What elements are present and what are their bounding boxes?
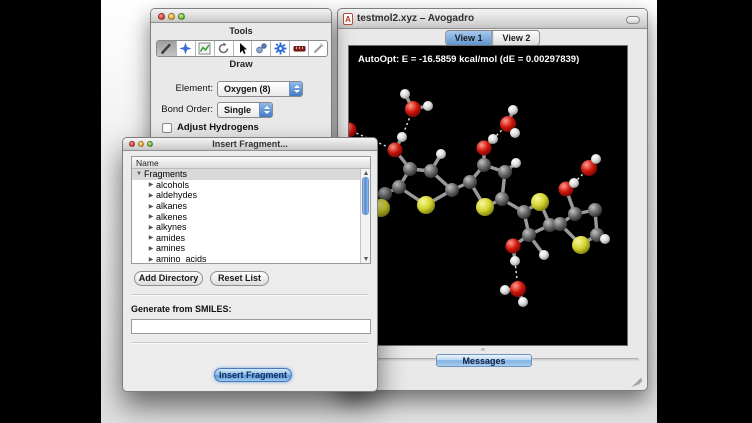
tree-item-label: aldehydes <box>156 190 197 200</box>
close-button[interactable] <box>158 13 165 20</box>
document-icon: A <box>343 13 353 25</box>
bond-order-dropdown[interactable]: Single <box>217 102 273 118</box>
stepper-icon <box>289 82 302 96</box>
tree-item-label: alkenes <box>156 212 187 222</box>
navigate-star-icon <box>179 42 192 55</box>
tree-item-label: alkynes <box>156 222 187 232</box>
scroll-up-icon[interactable] <box>364 171 368 175</box>
tab-view-1[interactable]: View 1 <box>446 31 493 45</box>
toolbar-lozenge-button[interactable] <box>626 16 640 24</box>
tab-view-2[interactable]: View 2 <box>493 31 540 45</box>
auto-optimize-tool-button[interactable] <box>270 41 289 56</box>
smiles-input[interactable] <box>131 319 371 334</box>
element-value: Oxygen (8) <box>224 82 271 96</box>
list-header[interactable]: Name <box>132 157 370 169</box>
tools-dock-header[interactable]: Tools □ × <box>151 24 331 39</box>
tools-dock-title: Tools <box>229 26 252 36</box>
disclosure-closed-icon[interactable]: ▶ <box>146 256 156 263</box>
list-scrollbar[interactable] <box>360 169 370 263</box>
scrollbar-thumb[interactable] <box>362 177 369 215</box>
disclosure-open-icon[interactable]: ▼ <box>134 171 144 177</box>
tree-item-label: alkanes <box>156 201 187 211</box>
fragment-tree-item[interactable]: ▶aldehydes <box>132 190 360 201</box>
tree-item-label: amines <box>156 243 185 253</box>
tree-root-label: Fragments <box>144 169 187 179</box>
bond-order-value: Single <box>224 103 251 117</box>
fragment-tree-root[interactable]: ▼ Fragments <box>132 169 360 180</box>
fragment-tree-item[interactable]: ▶alkanes <box>132 201 360 212</box>
fragment-tree-item[interactable]: ▶alcohols <box>132 180 360 191</box>
insert-fragment-dialog: Insert Fragment... Name ▼ Fragments ▶alc… <box>122 137 378 392</box>
main-window-titlebar[interactable]: A testmol2.xyz – Avogadro <box>338 9 647 29</box>
tree-item-label: alcohols <box>156 180 189 190</box>
avogadro-main-window: A testmol2.xyz – Avogadro View 1 View 2 … <box>337 8 648 391</box>
gl-viewport[interactable]: AutoOpt: E = -16.5859 kcal/mol (dE = 0.0… <box>348 45 628 346</box>
zoom-button[interactable] <box>178 13 185 20</box>
fragment-tree-item[interactable]: ▶amides <box>132 233 360 244</box>
auto-rotate-tool-button[interactable] <box>251 41 270 56</box>
add-directory-button[interactable]: Add Directory <box>134 271 203 286</box>
fragment-tree-item[interactable]: ▶alkynes <box>132 222 360 233</box>
ruler-icon <box>293 42 306 55</box>
linked-atoms-icon <box>255 42 268 55</box>
disclosure-closed-icon[interactable]: ▶ <box>146 234 156 241</box>
tools-window: Tools □ × <box>150 8 332 148</box>
navigate-tool-button[interactable] <box>176 41 195 56</box>
element-dropdown[interactable]: Oxygen (8) <box>217 81 303 97</box>
minimize-button[interactable] <box>168 13 175 20</box>
separator <box>131 294 369 296</box>
screen: A testmol2.xyz – Avogadro View 1 View 2 … <box>0 0 752 423</box>
disclosure-closed-icon[interactable]: ▶ <box>146 245 156 252</box>
autoopt-status-text: AutoOpt: E = -16.5859 kcal/mol (dE = 0.0… <box>358 54 579 65</box>
selection-tool-button[interactable] <box>233 41 252 56</box>
window-title: testmol2.xyz – Avogadro <box>357 9 474 29</box>
fragment-tree-item[interactable]: ▶amines <box>132 243 360 254</box>
tool-section-label: Draw <box>151 59 331 70</box>
measure-tool-button[interactable] <box>289 41 308 56</box>
smiles-label: Generate from SMILES: <box>131 304 232 314</box>
separator <box>131 342 369 344</box>
resize-grip[interactable] <box>629 372 643 386</box>
gear-icon <box>274 42 287 55</box>
adjust-hydrogens-checkbox[interactable] <box>162 123 172 133</box>
insert-fragment-button[interactable]: Insert Fragment <box>214 368 292 382</box>
pencil-icon <box>160 42 173 55</box>
chart-icon <box>198 42 211 55</box>
scroll-down-icon[interactable] <box>364 257 368 261</box>
draw-tool-button[interactable] <box>157 41 176 56</box>
disclosure-closed-icon[interactable]: ▶ <box>146 213 156 220</box>
align-tool-button[interactable] <box>308 41 327 56</box>
splitter-handle[interactable] <box>481 348 485 351</box>
cursor-icon <box>236 42 249 55</box>
tree-item-label: amides <box>156 233 185 243</box>
bond-order-label: Bond Order: <box>151 102 213 118</box>
wand-icon <box>312 42 325 55</box>
tools-window-titlebar[interactable] <box>151 9 331 23</box>
manipulate-tool-button[interactable] <box>214 41 233 56</box>
disclosure-closed-icon[interactable]: ▶ <box>146 181 156 188</box>
stepper-icon <box>259 103 272 117</box>
fragment-tree-item[interactable]: ▶alkenes <box>132 211 360 222</box>
fragment-tree-item[interactable]: ▶amino_acids <box>132 254 360 264</box>
disclosure-closed-icon[interactable]: ▶ <box>146 224 156 231</box>
dialog-titlebar[interactable]: Insert Fragment... <box>123 138 377 151</box>
tree-item-label: amino_acids <box>156 254 207 264</box>
fragment-list: Name ▼ Fragments ▶alcohols▶aldehydes▶alk… <box>131 156 371 264</box>
element-label: Element: <box>151 81 213 97</box>
fragment-list-items: ▼ Fragments ▶alcohols▶aldehydes▶alkanes▶… <box>132 169 360 263</box>
molecule-render <box>349 46 628 346</box>
disclosure-closed-icon[interactable]: ▶ <box>146 203 156 210</box>
bond-centric-tool-button[interactable] <box>195 41 214 56</box>
messages-button[interactable]: Messages <box>436 354 532 367</box>
disclosure-closed-icon[interactable]: ▶ <box>146 192 156 199</box>
reset-list-button[interactable]: Reset List <box>210 271 269 286</box>
dialog-title: Insert Fragment... <box>123 138 377 151</box>
rotate-icon <box>217 42 230 55</box>
tool-selector <box>156 40 328 57</box>
adjust-hydrogens-label: Adjust Hydrogens <box>177 122 259 133</box>
view-tabbar: View 1 View 2 <box>445 30 541 46</box>
